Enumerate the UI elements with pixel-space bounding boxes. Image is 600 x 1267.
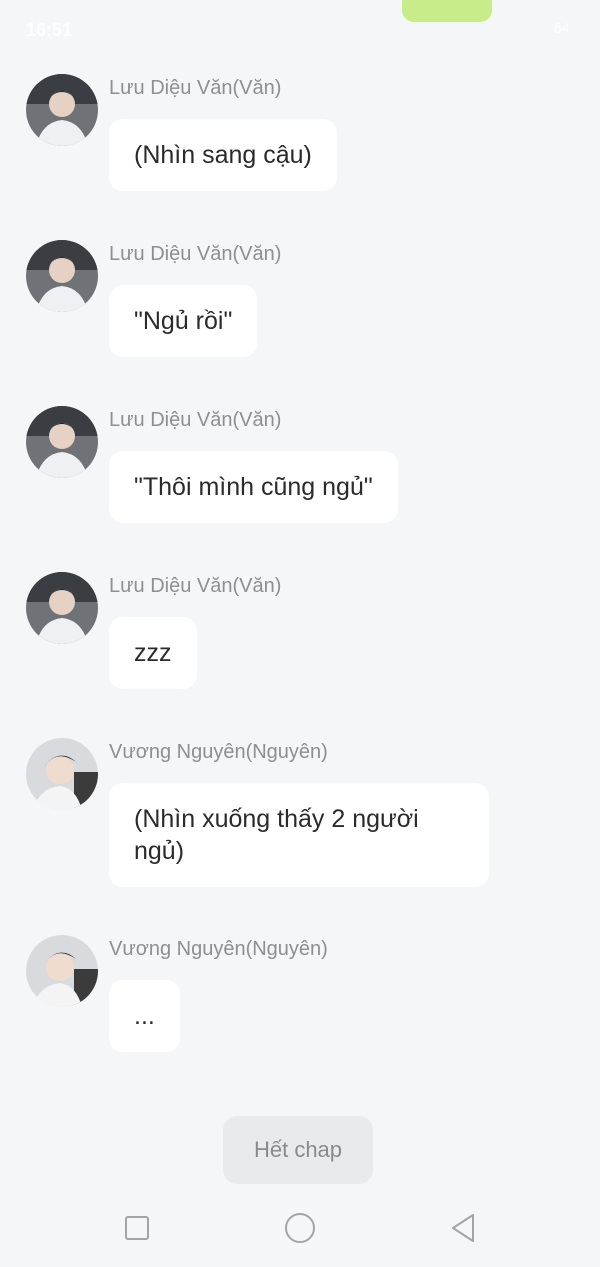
sender-name: Lưu Diệu Văn(Văn) — [109, 575, 282, 597]
battery-indicator: 64 — [553, 20, 570, 37]
home-button[interactable] — [280, 1210, 320, 1246]
avatar[interactable] — [26, 935, 98, 1007]
message-bubble: "Thôi mình cũng ngủ" — [109, 451, 398, 523]
avatar[interactable] — [26, 406, 98, 478]
back-button[interactable] — [443, 1210, 483, 1246]
square-icon — [125, 1216, 149, 1240]
message-bubble: (Nhìn xuống thấy 2 người ngủ) — [109, 783, 489, 887]
avatar[interactable] — [26, 738, 98, 810]
sender-name: Lưu Diệu Văn(Văn) — [109, 409, 282, 431]
sender-name: Vương Nguyên(Nguyên) — [109, 938, 328, 960]
message-bubble: (Nhìn sang cậu) — [109, 119, 337, 191]
system-nav-bar — [0, 1190, 600, 1267]
sender-name: Lưu Diệu Văn(Văn) — [109, 243, 282, 265]
sender-name: Lưu Diệu Văn(Văn) — [109, 77, 282, 99]
status-bar: 16:51 64 — [0, 0, 600, 60]
recent-apps-button[interactable] — [117, 1210, 157, 1246]
back-triangle-icon — [452, 1214, 474, 1242]
avatar[interactable] — [26, 572, 98, 644]
message-bubble: zzz — [109, 617, 197, 689]
message-bubble: "Ngủ rồi" — [109, 285, 258, 357]
avatar[interactable] — [26, 74, 98, 146]
sender-name: Vương Nguyên(Nguyên) — [109, 741, 328, 763]
avatar[interactable] — [26, 240, 98, 312]
end-chapter-button[interactable]: Hết chap — [223, 1116, 373, 1184]
status-time: 16:51 — [26, 20, 73, 40]
top-pill — [402, 0, 492, 22]
message-bubble: ... — [109, 980, 180, 1052]
circle-icon — [285, 1213, 315, 1243]
